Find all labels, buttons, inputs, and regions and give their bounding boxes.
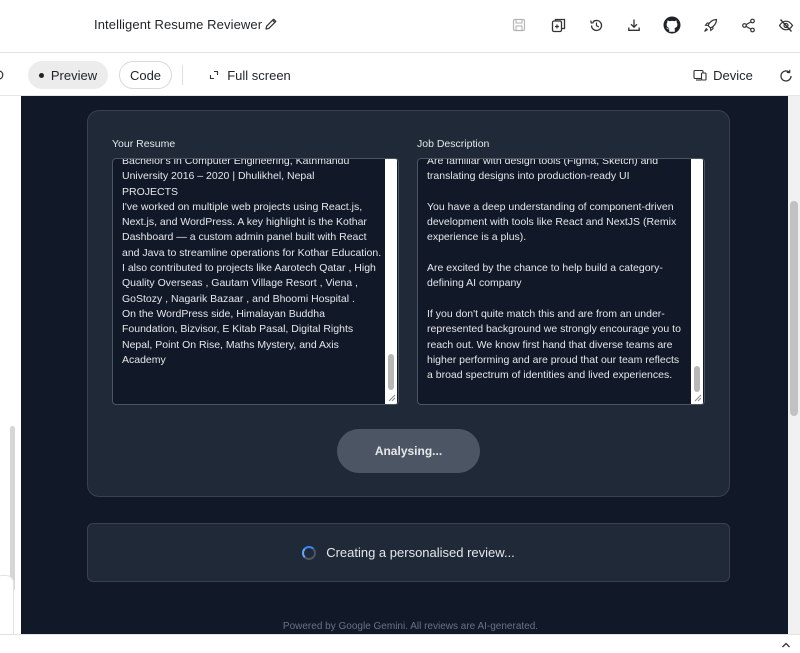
app-title[interactable]: Intelligent Resume Reviewer <box>94 17 262 32</box>
download-icon[interactable] <box>624 15 644 35</box>
expand-icon <box>210 70 219 80</box>
pencil-icon[interactable] <box>264 17 278 31</box>
analyse-button[interactable]: Analysing... <box>337 429 480 473</box>
resume-textarea[interactable]: Bachelor's in Computer Engineering, Kath… <box>112 158 399 405</box>
bottom-bar <box>0 634 800 653</box>
sidebar-toggle-icon[interactable] <box>0 68 6 82</box>
code-tab[interactable]: Code <box>119 61 172 89</box>
left-panel-edge <box>0 96 21 634</box>
preview-tab[interactable]: Preview <box>28 61 108 89</box>
github-icon[interactable] <box>662 15 682 35</box>
status-text: Creating a personalised review... <box>326 545 515 560</box>
share-icon[interactable] <box>738 15 758 35</box>
resume-scroll-thumb[interactable] <box>388 354 394 390</box>
top-bar: Intelligent Resume Reviewer <box>0 0 800 53</box>
job-scrollbar[interactable] <box>691 159 703 404</box>
resize-grip-icon[interactable] <box>694 394 702 402</box>
resume-scrollbar[interactable] <box>385 159 397 404</box>
footer-text: Powered by Google Gemini. All reviews ar… <box>282 621 539 632</box>
copy-icon[interactable] <box>548 15 568 35</box>
app-preview: Your Resume Job Description Bachelor's i… <box>21 96 800 634</box>
input-card: Your Resume Job Description Bachelor's i… <box>87 110 730 497</box>
chevron-up-icon[interactable] <box>781 640 791 650</box>
hide-icon[interactable] <box>776 15 796 35</box>
job-description-label: Job Description <box>417 138 490 150</box>
fullscreen-button[interactable]: Full screen <box>204 61 296 89</box>
resize-grip-icon[interactable] <box>388 394 396 402</box>
preview-scroll-thumb[interactable] <box>790 201 798 416</box>
job-scroll-thumb[interactable] <box>694 366 700 392</box>
save-icon[interactable] <box>509 15 529 35</box>
toolbar-divider <box>182 65 183 85</box>
job-description-textarea[interactable]: Are familiar with design tools (Figma, S… <box>417 158 705 405</box>
deploy-icon[interactable] <box>700 15 720 35</box>
device-button[interactable]: Device <box>690 61 756 89</box>
device-icon <box>693 69 707 81</box>
job-description-text: Are familiar with design tools (Figma, S… <box>427 158 681 382</box>
resume-text: Bachelor's in Computer Engineering, Kath… <box>122 158 382 366</box>
loading-spinner-icon <box>302 545 317 560</box>
refresh-icon[interactable] <box>778 68 794 84</box>
resume-label: Your Resume <box>112 138 176 150</box>
status-card: Creating a personalised review... <box>87 523 730 582</box>
fullscreen-label: Full screen <box>227 67 291 83</box>
active-dot-icon <box>38 72 44 78</box>
history-icon[interactable] <box>586 15 606 35</box>
preview-scrollbar[interactable] <box>788 96 800 634</box>
left-scrollbar[interactable] <box>10 426 15 591</box>
code-label: Code <box>129 67 162 83</box>
preview-toolbar: Preview Code Full screen Device <box>0 53 800 96</box>
preview-label: Preview <box>50 67 98 83</box>
device-label: Device <box>713 67 753 83</box>
